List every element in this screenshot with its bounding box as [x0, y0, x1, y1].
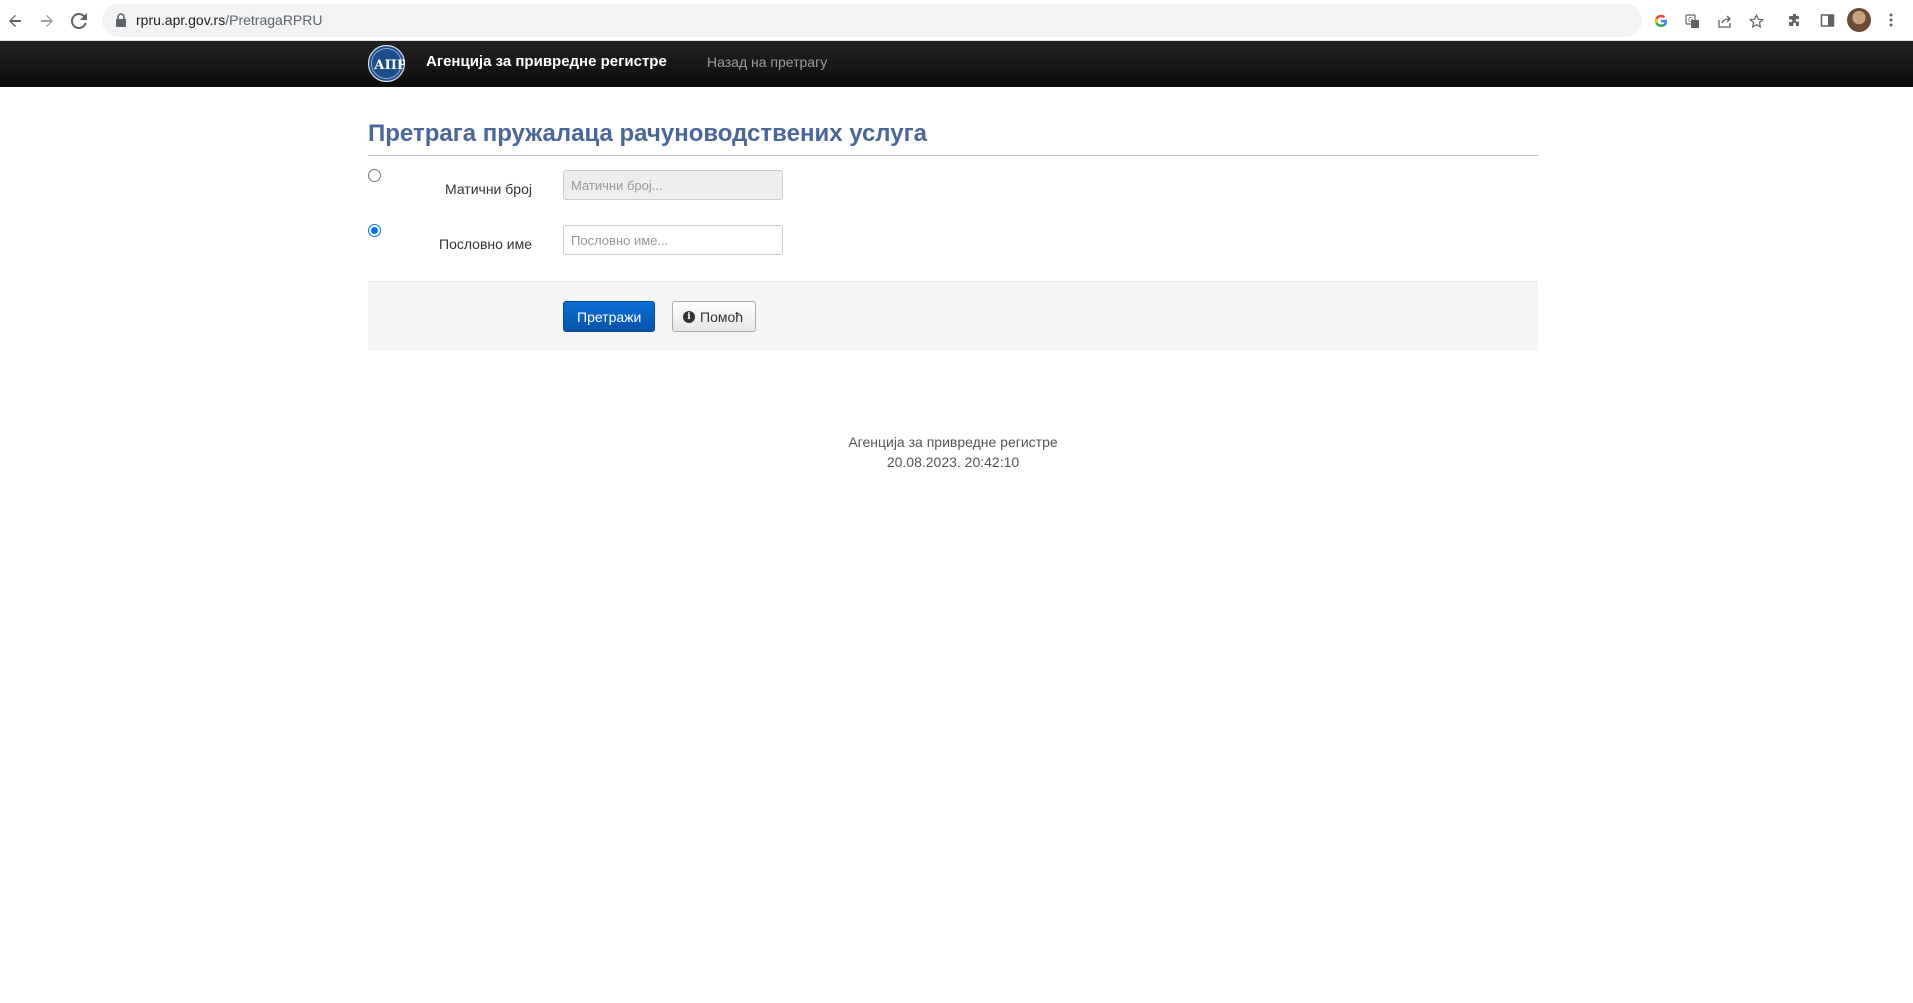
forward-arrow-icon[interactable]: [34, 8, 60, 34]
business-name-input[interactable]: [563, 225, 783, 255]
lock-icon: [116, 13, 126, 27]
extensions-icon[interactable]: [1784, 10, 1804, 30]
brand-title[interactable]: Агенција за привредне регистре: [426, 53, 667, 70]
site-navbar: АПР Агенција за привредне регистре Назад…: [0, 41, 1913, 87]
url-path: /PretragaRPRU: [225, 12, 323, 28]
kebab-menu-icon[interactable]: [1881, 10, 1901, 30]
registration-number-label: Матични број: [445, 181, 532, 197]
address-bar[interactable]: rpru.apr.gov.rs/PretragaRPRU G: [102, 4, 1764, 37]
bookmark-star-icon[interactable]: [1747, 12, 1765, 30]
page-title: Претрага пружалаца рачуноводствених услу…: [368, 120, 1538, 156]
page-footer: Агенција за привредне регистре 20.08.202…: [368, 432, 1538, 472]
back-to-search-link[interactable]: Назад на претрагу: [707, 54, 827, 70]
footer-timestamp: 20.08.2023. 20:42:10: [886, 454, 1020, 470]
registration-number-row: Матични број: [368, 168, 1538, 223]
reload-icon[interactable]: [66, 8, 92, 34]
side-panel-icon[interactable]: [1817, 10, 1837, 30]
share-icon[interactable]: [1715, 12, 1733, 30]
search-button[interactable]: Претражи: [563, 301, 656, 332]
help-button[interactable]: i Помоћ: [672, 301, 757, 332]
url-text: rpru.apr.gov.rs/PretragaRPRU: [136, 12, 323, 28]
footer-agency: Агенција за привредне регистре: [848, 434, 1058, 450]
logo-text: АПР: [374, 58, 405, 73]
browser-toolbar: rpru.apr.gov.rs/PretragaRPRU G: [0, 0, 1913, 41]
svg-text:G: G: [1688, 16, 1693, 24]
apr-logo[interactable]: АПР: [368, 45, 405, 82]
profile-avatar[interactable]: [1847, 8, 1871, 32]
info-icon: i: [683, 310, 695, 323]
search-form: Претрага пружалаца рачуноводствених услу…: [368, 120, 1538, 278]
business-name-row: Пословно име: [368, 223, 1538, 278]
translate-icon[interactable]: G: [1683, 12, 1701, 30]
help-button-label: Помоћ: [700, 308, 744, 325]
back-arrow-icon[interactable]: [2, 8, 28, 34]
url-host: rpru.apr.gov.rs: [136, 12, 226, 28]
google-icon[interactable]: [1652, 12, 1670, 30]
registration-number-radio[interactable]: [368, 169, 381, 182]
form-actions: Претражи i Помоћ: [368, 281, 1538, 351]
business-name-radio[interactable]: [368, 224, 381, 237]
registration-number-input[interactable]: [563, 170, 783, 200]
business-name-label: Пословно име: [439, 236, 533, 252]
